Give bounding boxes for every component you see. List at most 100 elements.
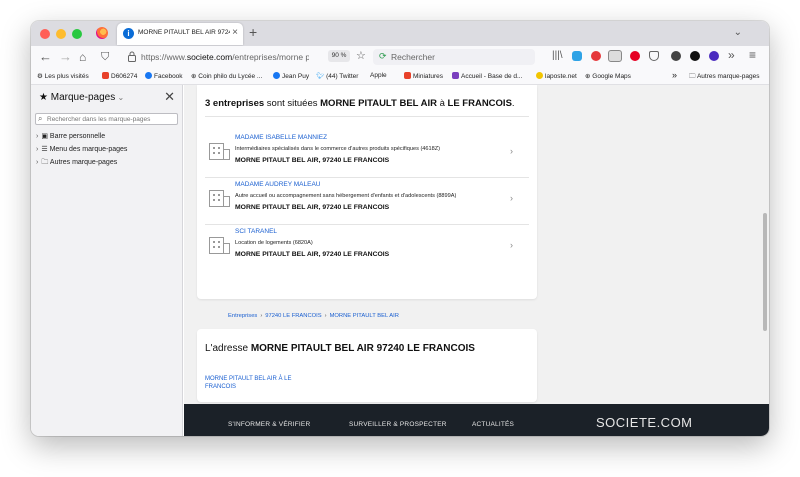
footer-nav-item[interactable]: S'INFORMER & VÉRIFIER (228, 421, 310, 428)
new-tab-icon[interactable]: + (249, 24, 257, 40)
footer-nav-item[interactable]: SURVEILLER & PROSPECTER (349, 421, 447, 428)
sidebar-header[interactable]: ★ Marque-pages ⌄ (39, 92, 124, 103)
address-card: L'adresse MORNE PITAULT BEL AIR 97240 LE… (197, 329, 537, 402)
home-icon[interactable]: ⌂ (79, 49, 86, 65)
bookmark-google-maps[interactable]: ⊕ Google Maps (585, 72, 631, 80)
zoom-level-badge[interactable]: 90 % (328, 50, 350, 62)
tab-title: MORNE PITAULT BEL AIR 97240 LE FRANCOIS (138, 29, 230, 36)
menu-hamburger-icon[interactable]: ≡ (749, 48, 756, 62)
tab-close-icon[interactable]: × (232, 27, 238, 39)
building-icon (209, 190, 224, 207)
breadcrumb-link[interactable]: Entreprises (228, 313, 257, 319)
bookmark-favicon-icon (102, 72, 109, 79)
extension-1-icon[interactable] (572, 51, 582, 61)
folder-icon: 🗀︎ (689, 73, 697, 80)
extension-4-icon[interactable] (709, 51, 719, 61)
sidebar-search-box[interactable]: ⌕ (35, 113, 178, 125)
chevron-right-icon[interactable]: › (510, 146, 513, 156)
company-list-item[interactable]: MADAME ISABELLE MANNIEZ Intermédiaires s… (205, 132, 529, 178)
company-address: MORNE PITAULT BEL AIR, 97240 LE FRANCOIS (235, 157, 390, 164)
firefox-view-icon[interactable] (96, 27, 108, 39)
sidebar-item-barre-personnelle[interactable]: › ▣ Barre personnelle (36, 132, 105, 140)
building-annex-icon (224, 196, 230, 207)
bookmark-jean-puy[interactable]: Jean Puy (273, 72, 309, 80)
bookmark-apple[interactable]: Apple (370, 72, 387, 79)
breadcrumb-separator: › (324, 313, 327, 319)
tab-list-chevron-icon[interactable]: ⌄ (734, 27, 742, 38)
company-list-item[interactable]: SCI TARANEL Location de logements (6820A… (205, 226, 529, 272)
societe-favicon-icon: i (123, 28, 134, 39)
sidebar-toggle-icon[interactable] (608, 50, 622, 62)
minimize-window-button[interactable] (56, 29, 66, 39)
chevron-right-icon[interactable]: › (510, 193, 513, 203)
company-list-item[interactable]: MADAME AUDREY MALEAU Autre accueil ou ac… (205, 179, 529, 225)
breadcrumb-separator: › (260, 313, 263, 319)
extension-2-icon[interactable] (671, 51, 681, 61)
footer-brand-logo[interactable]: SOCIETE.COM (596, 415, 693, 430)
pocket-icon[interactable] (649, 51, 659, 61)
gear-icon: ⚙ (37, 73, 45, 80)
bookmark-favicon-icon (404, 72, 411, 79)
sidebar-close-icon[interactable]: ✕ (164, 89, 175, 105)
building-annex-icon (224, 243, 230, 254)
divider (205, 177, 529, 178)
search-placeholder: Rechercher (391, 52, 435, 62)
lock-icon[interactable] (128, 51, 136, 62)
address-link[interactable]: MORNE PITAULT BEL AIR À LE FRANCOIS (205, 375, 305, 391)
breadcrumb-link[interactable]: 97240 LE FRANCOIS (265, 313, 321, 319)
extension-3-icon[interactable] (690, 51, 700, 61)
address-heading: L'adresse MORNE PITAULT BEL AIR 97240 LE… (205, 343, 475, 354)
folder-icon: 🗀︎ (41, 159, 50, 166)
bookmark-d606274[interactable]: D606274 (102, 72, 137, 80)
chevron-right-icon: › (36, 159, 39, 166)
url-text[interactable]: https://www.societe.com/entreprises/morn… (141, 52, 309, 62)
chevron-down-icon: ⌄ (115, 93, 125, 102)
footer-nav-item[interactable]: ACTUALITÉS (472, 421, 514, 428)
bookmarks-overflow-chevron-icon[interactable]: » (672, 70, 677, 80)
sidebar-item-menu[interactable]: › ☰ Menu des marque-pages (36, 145, 127, 153)
star-icon: ★ (39, 92, 51, 103)
bookmark-laposte[interactable]: laposte.net (536, 72, 577, 80)
search-icon: ⌕ (38, 114, 43, 123)
divider (205, 116, 529, 117)
results-card: 3 entreprises sont situées MORNE PITAULT… (197, 85, 537, 299)
bookmark-most-visited[interactable]: ⚙ Les plus visités (37, 72, 89, 80)
pinterest-icon[interactable] (630, 51, 640, 61)
bookmark-miniatures[interactable]: Miniatures (404, 72, 443, 80)
company-name-link[interactable]: SCI TARANEL (235, 228, 277, 235)
back-arrow-icon[interactable]: ← (39, 49, 52, 65)
forward-arrow-icon[interactable]: → (59, 49, 72, 65)
bookmark-coin-philo[interactable]: ⊕ Coin philo du Lycée ... (191, 72, 262, 80)
bookmark-accueil-base[interactable]: Accueil - Base de d... (452, 72, 522, 80)
company-address: MORNE PITAULT BEL AIR, 97240 LE FRANCOIS (235, 204, 390, 211)
bookmark-star-icon[interactable]: ☆ (356, 49, 366, 62)
adblock-icon[interactable] (591, 51, 601, 61)
chevron-right-icon[interactable]: › (510, 240, 513, 250)
tracking-shield-icon[interactable]: ⛉ (101, 49, 109, 65)
bookmark-favicon-icon (452, 72, 459, 79)
building-annex-icon (224, 149, 230, 160)
toolbar-folder-icon: ▣ (41, 133, 50, 140)
company-activity: Location de logements (6820A) (235, 240, 313, 246)
search-bar[interactable]: ⟳ Rechercher (373, 49, 535, 65)
sidebar-item-autres[interactable]: › 🗀︎ Autres marque-pages (36, 158, 117, 169)
close-window-button[interactable] (40, 29, 50, 39)
building-icon (209, 237, 224, 254)
company-name-link[interactable]: MADAME ISABELLE MANNIEZ (235, 134, 327, 141)
overflow-chevron-icon[interactable]: » (728, 48, 735, 62)
bookmark-twitter[interactable]: 🐦︎ (44) Twitter (316, 72, 358, 80)
zoom-window-button[interactable] (72, 29, 82, 39)
company-name-link[interactable]: MADAME AUDREY MALEAU (235, 181, 320, 188)
active-tab[interactable]: i MORNE PITAULT BEL AIR 97240 LE FRANCOI… (117, 23, 243, 45)
library-icon[interactable]: |||\ (552, 50, 563, 61)
bookmark-other-folder[interactable]: 🗀︎ Autres marque-pages (689, 72, 759, 83)
twitter-bird-icon: 🐦︎ (316, 73, 327, 80)
sidebar-search-input[interactable] (47, 115, 175, 124)
chevron-right-icon: › (36, 133, 39, 140)
bookmark-facebook[interactable]: Facebook (145, 72, 183, 80)
facebook-icon (273, 72, 280, 79)
breadcrumb-link[interactable]: MORNE PITAULT BEL AIR (330, 313, 399, 319)
laposte-icon (536, 72, 543, 79)
page-scrollbar-thumb[interactable] (763, 213, 767, 331)
url-bar[interactable]: ⛉ https://www.societe.com/entreprises/mo… (101, 49, 356, 66)
